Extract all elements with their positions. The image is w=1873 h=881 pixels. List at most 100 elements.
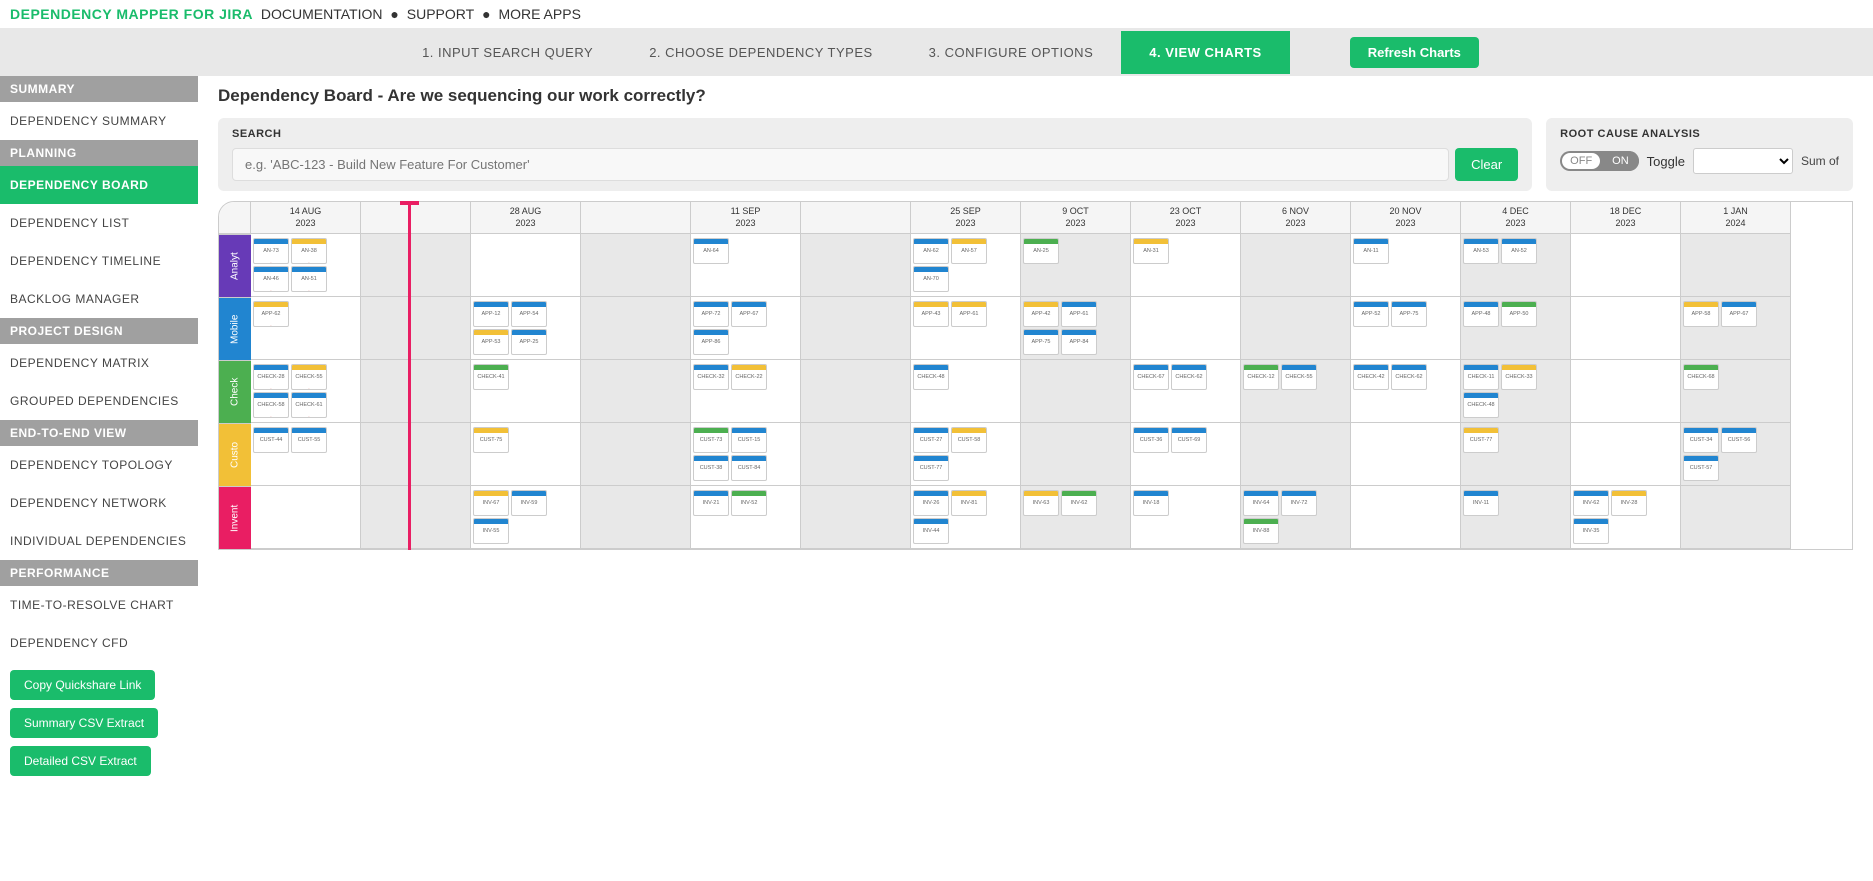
sidebar-item[interactable]: INDIVIDUAL DEPENDENCIES — [0, 522, 198, 560]
sidebar-item[interactable]: DEPENDENCY BOARD — [0, 166, 198, 204]
sidebar-item[interactable]: GROUPED DEPENDENCIES — [0, 382, 198, 420]
row-header[interactable]: Invent — [219, 486, 251, 549]
issue-card[interactable]: AN-62 — [913, 238, 949, 264]
issue-card[interactable]: APP-42 — [1023, 301, 1059, 327]
issue-card[interactable]: APP-25 — [511, 329, 547, 355]
issue-card[interactable]: AN-73▲ — [253, 238, 289, 264]
sidebar-item[interactable]: DEPENDENCY TIMELINE — [0, 242, 198, 280]
issue-card[interactable]: INV-28 — [1611, 490, 1647, 516]
rca-select[interactable] — [1693, 148, 1793, 174]
issue-card[interactable]: CHECK-41 — [473, 364, 509, 390]
issue-card[interactable]: CUST-69 — [1171, 427, 1207, 453]
issue-card[interactable]: APP-52 — [1353, 301, 1389, 327]
issue-card[interactable]: APP-61 — [951, 301, 987, 327]
sidebar-item[interactable]: DEPENDENCY CFD — [0, 624, 198, 662]
step-tab[interactable]: 1. INPUT SEARCH QUERY — [394, 31, 621, 74]
row-header[interactable]: Check — [219, 360, 251, 423]
issue-card[interactable]: AN-64 — [693, 238, 729, 264]
issue-card[interactable]: CHECK-67 — [1133, 364, 1169, 390]
sidebar-item[interactable]: DEPENDENCY SUMMARY — [0, 102, 198, 140]
issue-card[interactable]: CUST-57 — [1683, 455, 1719, 481]
issue-card[interactable]: APP-53 — [473, 329, 509, 355]
top-link[interactable]: DOCUMENTATION — [261, 6, 383, 22]
issue-card[interactable]: CHECK-28▲ — [253, 364, 289, 390]
issue-card[interactable]: INV-11 — [1463, 490, 1499, 516]
sidebar-item[interactable]: DEPENDENCY TOPOLOGY — [0, 446, 198, 484]
issue-card[interactable]: APP-72 — [693, 301, 729, 327]
issue-card[interactable]: CUST-73 — [693, 427, 729, 453]
step-tab[interactable]: 4. VIEW CHARTS — [1121, 31, 1289, 74]
issue-card[interactable]: INV-63 — [1023, 490, 1059, 516]
issue-card[interactable]: INV-52 — [731, 490, 767, 516]
issue-card[interactable]: AN-31 — [1133, 238, 1169, 264]
issue-card[interactable]: APP-75 — [1023, 329, 1059, 355]
issue-card[interactable]: APP-67 — [1721, 301, 1757, 327]
sidebar-item[interactable]: DEPENDENCY MATRIX — [0, 344, 198, 382]
issue-card[interactable]: APP-54 — [511, 301, 547, 327]
issue-card[interactable]: INV-62 — [1573, 490, 1609, 516]
issue-card[interactable]: CHECK-58▲ — [253, 392, 289, 418]
sidebar-button[interactable]: Summary CSV Extract — [10, 708, 158, 738]
issue-card[interactable]: CHECK-32 — [693, 364, 729, 390]
issue-card[interactable]: APP-61 — [1061, 301, 1097, 327]
issue-card[interactable]: AN-46▲ — [253, 266, 289, 292]
top-link[interactable]: MORE APPS — [498, 6, 580, 22]
issue-card[interactable]: INV-55 — [473, 518, 509, 544]
issue-card[interactable]: CUST-84 — [731, 455, 767, 481]
issue-card[interactable]: INV-18 — [1133, 490, 1169, 516]
step-tab[interactable]: 2. CHOOSE DEPENDENCY TYPES — [621, 31, 900, 74]
issue-card[interactable]: CHECK-61▲ — [291, 392, 327, 418]
issue-card[interactable]: INV-88 — [1243, 518, 1279, 544]
issue-card[interactable]: CHECK-62 — [1171, 364, 1207, 390]
issue-card[interactable]: INV-44 — [913, 518, 949, 544]
sidebar-item[interactable]: BACKLOG MANAGER — [0, 280, 198, 318]
issue-card[interactable]: APP-86 — [693, 329, 729, 355]
issue-card[interactable]: CHECK-33 — [1501, 364, 1537, 390]
issue-card[interactable]: CUST-27 — [913, 427, 949, 453]
issue-card[interactable]: INV-59 — [511, 490, 547, 516]
issue-card[interactable]: APP-43 — [913, 301, 949, 327]
issue-card[interactable]: APP-50 — [1501, 301, 1537, 327]
issue-card[interactable]: CUST-44 — [253, 427, 289, 453]
issue-card[interactable]: APP-75 — [1391, 301, 1427, 327]
issue-card[interactable]: CHECK-48 — [913, 364, 949, 390]
issue-card[interactable]: APP-67 — [731, 301, 767, 327]
sidebar-item[interactable]: DEPENDENCY LIST — [0, 204, 198, 242]
issue-card[interactable]: INV-81 — [951, 490, 987, 516]
sidebar-button[interactable]: Copy Quickshare Link — [10, 670, 155, 700]
issue-card[interactable]: CUST-58 — [951, 427, 987, 453]
issue-card[interactable]: CHECK-62 — [1391, 364, 1427, 390]
sidebar-button[interactable]: Detailed CSV Extract — [10, 746, 151, 776]
rca-toggle[interactable]: OFF ON — [1560, 151, 1639, 171]
issue-card[interactable]: INV-62 — [1061, 490, 1097, 516]
issue-card[interactable]: CHECK-12 — [1243, 364, 1279, 390]
issue-card[interactable]: AN-57 — [951, 238, 987, 264]
issue-card[interactable]: CHECK-68 — [1683, 364, 1719, 390]
refresh-charts-button[interactable]: Refresh Charts — [1350, 37, 1479, 68]
brand[interactable]: DEPENDENCY MAPPER FOR JIRA — [10, 6, 253, 22]
issue-card[interactable]: CUST-34 — [1683, 427, 1719, 453]
issue-card[interactable]: CUST-38 — [693, 455, 729, 481]
issue-card[interactable]: INV-26 — [913, 490, 949, 516]
issue-card[interactable]: AN-38▲ — [291, 238, 327, 264]
issue-card[interactable]: CUST-55 — [291, 427, 327, 453]
issue-card[interactable]: CUST-56 — [1721, 427, 1757, 453]
issue-card[interactable]: APP-48 — [1463, 301, 1499, 327]
sidebar-item[interactable]: TIME-TO-RESOLVE CHART — [0, 586, 198, 624]
issue-card[interactable]: AN-51▲ — [291, 266, 327, 292]
sidebar-item[interactable]: DEPENDENCY NETWORK — [0, 484, 198, 522]
clear-button[interactable]: Clear — [1455, 148, 1518, 181]
search-input[interactable] — [232, 148, 1449, 181]
issue-card[interactable]: CHECK-55▲ — [291, 364, 327, 390]
issue-card[interactable]: CUST-15 — [731, 427, 767, 453]
issue-card[interactable]: INV-67 — [473, 490, 509, 516]
row-header[interactable]: Custo — [219, 423, 251, 486]
issue-card[interactable]: CUST-36 — [1133, 427, 1169, 453]
issue-card[interactable]: CUST-75 — [473, 427, 509, 453]
issue-card[interactable]: INV-64 — [1243, 490, 1279, 516]
row-header[interactable]: Analyt — [219, 234, 251, 297]
row-header[interactable]: Mobile — [219, 297, 251, 360]
issue-card[interactable]: AN-52 — [1501, 238, 1537, 264]
issue-card[interactable]: CHECK-48 — [1463, 392, 1499, 418]
issue-card[interactable]: INV-21 — [693, 490, 729, 516]
